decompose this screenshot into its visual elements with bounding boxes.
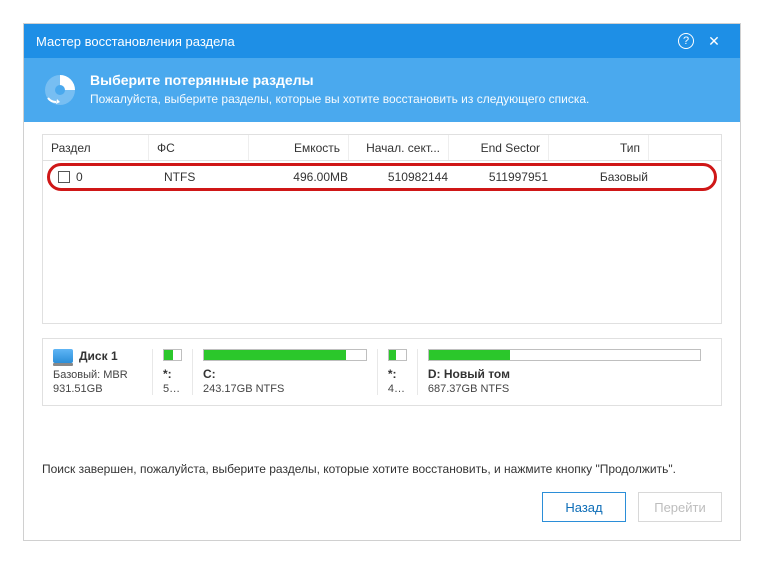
next-button: Перейти bbox=[638, 492, 722, 522]
close-icon: ✕ bbox=[708, 33, 720, 50]
help-button[interactable]: ? bbox=[672, 27, 700, 55]
col-end-sector[interactable]: End Sector bbox=[449, 135, 549, 160]
col-capacity[interactable]: Емкость bbox=[249, 135, 349, 160]
partition-box-1[interactable]: *: 50... bbox=[163, 349, 193, 395]
partition-box-2[interactable]: C: 243.17GB NTFS bbox=[203, 349, 378, 395]
back-button[interactable]: Назад bbox=[542, 492, 626, 522]
p2-size: 243.17GB NTFS bbox=[203, 383, 367, 395]
p3-star: *: bbox=[388, 367, 407, 381]
content-area: Раздел ФС Емкость Начал. сект... End Sec… bbox=[24, 122, 740, 448]
banner-title: Выберите потерянные разделы bbox=[90, 72, 589, 88]
col-start-sector[interactable]: Начал. сект... bbox=[349, 135, 449, 160]
wizard-window: Мастер восстановления раздела ? ✕ Выбери… bbox=[23, 23, 741, 541]
p2-name: C: bbox=[203, 367, 367, 381]
disk-type: Базовый: MBR bbox=[53, 369, 142, 381]
partition-box-3[interactable]: *: 49... bbox=[388, 349, 418, 395]
p1-star: *: bbox=[163, 367, 182, 381]
col-partition[interactable]: Раздел bbox=[43, 135, 149, 160]
col-type[interactable]: Тип bbox=[549, 135, 649, 160]
cell-end: 511997951 bbox=[456, 166, 556, 188]
disk-main[interactable]: Диск 1 Базовый: MBR 931.51GB bbox=[53, 349, 153, 395]
close-button[interactable]: ✕ bbox=[700, 27, 728, 55]
partition-box-4[interactable]: D: Новый том 687.37GB NTFS bbox=[428, 349, 711, 395]
cell-capacity: 496.00MB bbox=[256, 166, 356, 188]
disk-icon bbox=[53, 349, 73, 363]
table-row[interactable]: 0 NTFS 496.00MB 510982144 511997951 Базо… bbox=[47, 163, 717, 191]
disk-size: 931.51GB bbox=[53, 383, 142, 395]
window-title: Мастер восстановления раздела bbox=[36, 34, 672, 49]
cell-fs: NTFS bbox=[156, 166, 256, 188]
help-icon: ? bbox=[678, 33, 694, 49]
p1-size: 50... bbox=[163, 383, 182, 395]
p3-size: 49... bbox=[388, 383, 407, 395]
partition-table: Раздел ФС Емкость Начал. сект... End Sec… bbox=[42, 134, 722, 324]
table-header: Раздел ФС Емкость Начал. сект... End Sec… bbox=[43, 135, 721, 161]
banner-text: Выберите потерянные разделы Пожалуйста, … bbox=[90, 72, 589, 106]
cell-type: Базовый bbox=[556, 166, 656, 188]
button-bar: Назад Перейти bbox=[24, 476, 740, 540]
col-fs[interactable]: ФС bbox=[149, 135, 249, 160]
banner: Выберите потерянные разделы Пожалуйста, … bbox=[24, 58, 740, 122]
disk-name: Диск 1 bbox=[79, 349, 118, 363]
p4-name: D: Новый том bbox=[428, 367, 701, 381]
titlebar: Мастер восстановления раздела ? ✕ bbox=[24, 24, 740, 58]
footer-message: Поиск завершен, пожалуйста, выберите раз… bbox=[24, 448, 740, 476]
disk-panel: Диск 1 Базовый: MBR 931.51GB *: 50... C:… bbox=[42, 338, 722, 406]
banner-subtitle: Пожалуйста, выберите разделы, которые вы… bbox=[90, 92, 589, 106]
cell-start: 510982144 bbox=[356, 166, 456, 188]
recovery-icon bbox=[42, 72, 78, 108]
cell-partition-value: 0 bbox=[76, 170, 83, 184]
p4-size: 687.37GB NTFS bbox=[428, 383, 701, 395]
row-checkbox[interactable] bbox=[58, 171, 70, 183]
cell-partition: 0 bbox=[50, 166, 156, 188]
